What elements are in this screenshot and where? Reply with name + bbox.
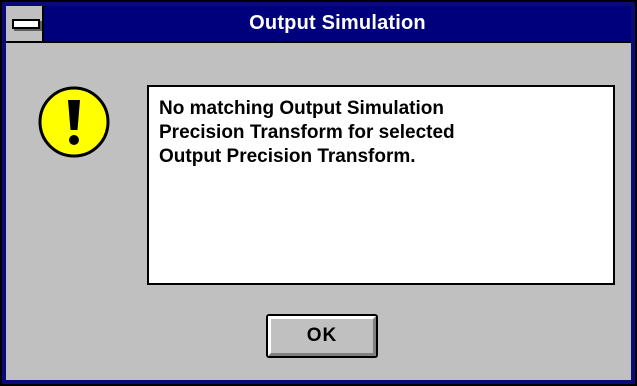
message-box: No matching Output Simulation Precision … [147, 85, 615, 285]
dialog-window: Output Simulation No matching Output Sim… [0, 0, 637, 386]
ok-button-label: OK [306, 325, 338, 346]
title-bar[interactable]: Output Simulation [6, 6, 631, 43]
system-menu-button[interactable] [6, 6, 44, 41]
ok-button[interactable]: OK [266, 314, 378, 358]
message-text: No matching Output Simulation Precision … [159, 98, 455, 167]
ok-button-face[interactable]: OK [268, 316, 376, 356]
window-title: Output Simulation [249, 12, 426, 34]
system-menu-icon [12, 19, 40, 29]
exclamation-icon [38, 86, 110, 163]
